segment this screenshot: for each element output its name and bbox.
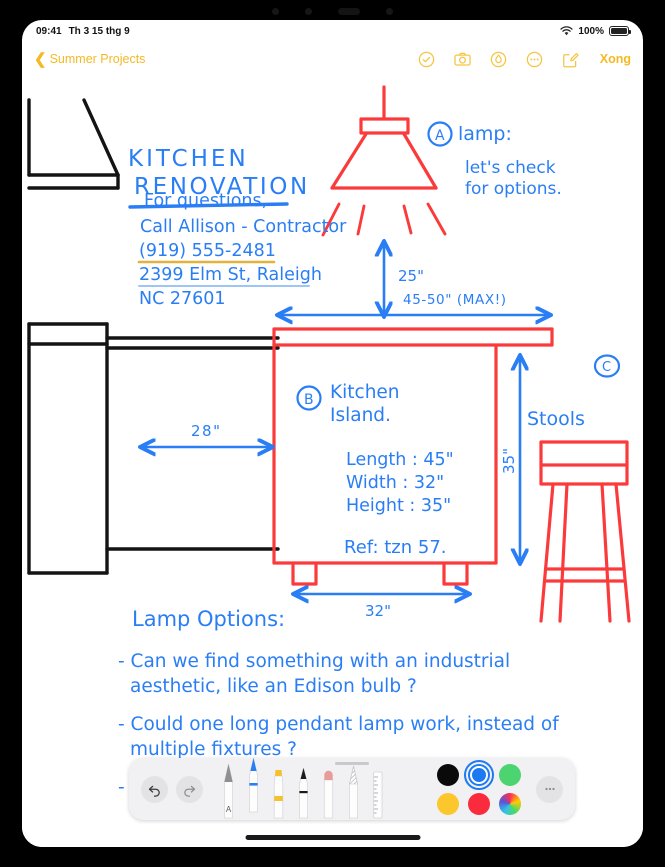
- annotation-a-marker: A: [435, 128, 445, 144]
- status-time: 09:41: [36, 25, 62, 37]
- status-bar-left: 09:41 Th 3 15 thg 9: [36, 26, 130, 37]
- more-icon[interactable]: [525, 50, 544, 69]
- lamp-options-item-3: - Could one long pendant lamp work, inst…: [118, 714, 559, 735]
- dimension-left-gap: 28": [141, 422, 272, 447]
- back-button-label: Summer Projects: [49, 52, 146, 66]
- lamp-options-heading: Lamp Options:: [132, 607, 285, 631]
- lamp-options-item-2: aesthetic, like an Edison bulb ?: [130, 676, 417, 697]
- marker-tool[interactable]: [296, 762, 311, 820]
- lamp-options-item-1: - Can we find something with an industri…: [118, 651, 510, 672]
- handwriting-pen-tool[interactable]: A: [221, 762, 236, 820]
- ruler-tool[interactable]: [371, 762, 384, 820]
- annotation-a-lamp: A lamp: let's check for options.: [427, 121, 562, 199]
- dimension-left-gap-label: 28": [191, 422, 222, 440]
- annotation-b-dimension-height: Height : 35": [346, 496, 451, 516]
- undo-icon[interactable]: [141, 775, 168, 803]
- navigation-bar: ❮ Summer Projects Xong: [22, 42, 643, 76]
- dimension-lamp-drop-label: 25": [398, 267, 424, 285]
- dimension-island-base-label: 32": [365, 602, 391, 620]
- chevron-left-icon: ❮: [34, 50, 47, 68]
- battery-percent: 100%: [578, 25, 604, 37]
- annotation-b-title-line-1: Kitchen: [330, 382, 400, 403]
- contact-line-2: Call Allison - Contractor: [140, 217, 347, 237]
- battery-full-icon: [609, 26, 631, 36]
- dimension-island-height: 35": [500, 356, 520, 563]
- checklist-icon[interactable]: [417, 50, 436, 69]
- annotation-b-island: B Kitchen Island. Length : 45" Width : 3…: [296, 382, 454, 558]
- wifi-icon: [560, 26, 574, 36]
- annotation-b-reference: Ref: tzn 57.: [344, 537, 447, 558]
- annotation-b-marker: B: [304, 392, 314, 408]
- color-black[interactable]: [436, 763, 459, 786]
- annotation-b-title-line-2: Island.: [330, 405, 391, 426]
- dimension-island-top-label: 45-50" (MAX!): [403, 292, 507, 308]
- annotation-c-title: Stools: [527, 408, 585, 430]
- annotation-a-note-line-1: let's check: [465, 158, 556, 178]
- color-blue[interactable]: [463, 759, 494, 790]
- color-swatch-grid: [435, 759, 522, 816]
- blue-ink-handwriting: KITCHEN RENOVATION For questions, Call A…: [118, 121, 621, 798]
- annotation-b-dimension-length: Length : 45": [346, 450, 454, 470]
- markup-icon[interactable]: [489, 50, 508, 69]
- color-red[interactable]: [467, 792, 490, 815]
- done-button[interactable]: Xong: [600, 52, 631, 66]
- lamp-options-item-4: multiple fixtures ?: [130, 739, 297, 760]
- compose-icon[interactable]: [561, 50, 580, 69]
- note-title-line-1: KITCHEN: [128, 146, 249, 172]
- annotation-a-note-line-2: for options.: [465, 179, 562, 199]
- drawing-tools-group: A: [221, 756, 384, 820]
- note-canvas[interactable]: KITCHEN RENOVATION For questions, Call A…: [22, 76, 643, 847]
- annotation-a-title: lamp:: [458, 123, 512, 145]
- annotation-b-dimension-width: Width : 32": [346, 473, 444, 493]
- status-bar-right: 100%: [560, 25, 631, 37]
- eraser-tool[interactable]: [321, 762, 336, 820]
- contact-line-3-phone: (919) 555-2481: [139, 241, 276, 261]
- markup-tool-palette[interactable]: A: [129, 756, 575, 820]
- annotation-c-stools: Stools C: [527, 354, 621, 430]
- color-green[interactable]: [498, 763, 521, 786]
- ipad-device: 09:41 Th 3 15 thg 9 100% ❮ Summer Projec…: [0, 0, 665, 867]
- status-date: Th 3 15 thg 9: [68, 25, 130, 37]
- dimension-island-height-label: 35": [500, 448, 518, 474]
- redo-icon[interactable]: [176, 775, 203, 803]
- contact-block: For questions, Call Allison - Contractor…: [137, 191, 347, 309]
- color-wheel[interactable]: [498, 792, 521, 815]
- screen: 09:41 Th 3 15 thg 9 100% ❮ Summer Projec…: [22, 20, 643, 847]
- camera-icon[interactable]: [453, 50, 472, 69]
- lasso-tool[interactable]: [346, 762, 361, 820]
- dimension-island-top-width: 45-50" (MAX!): [278, 292, 550, 315]
- annotation-c-marker: C: [602, 360, 611, 375]
- undo-redo-group: [141, 775, 203, 803]
- dimension-island-base-width: 32": [294, 594, 469, 620]
- note-toolbar: Xong: [417, 50, 631, 69]
- contact-line-5-address: NC 27601: [139, 289, 226, 309]
- status-bar: 09:41 Th 3 15 thg 9 100%: [22, 20, 643, 42]
- back-to-summer-projects-button[interactable]: ❮ Summer Projects: [34, 52, 145, 67]
- contact-line-1: For questions,: [144, 191, 267, 211]
- palette-more-icon[interactable]: [536, 775, 563, 803]
- highlighter-tool[interactable]: [271, 762, 286, 820]
- home-indicator[interactable]: [245, 835, 420, 840]
- color-yellow[interactable]: [436, 792, 459, 815]
- contact-line-4-address: 2399 Elm St, Raleigh: [139, 265, 322, 285]
- svg-text:A: A: [226, 805, 232, 814]
- pen-tool[interactable]: [246, 756, 261, 814]
